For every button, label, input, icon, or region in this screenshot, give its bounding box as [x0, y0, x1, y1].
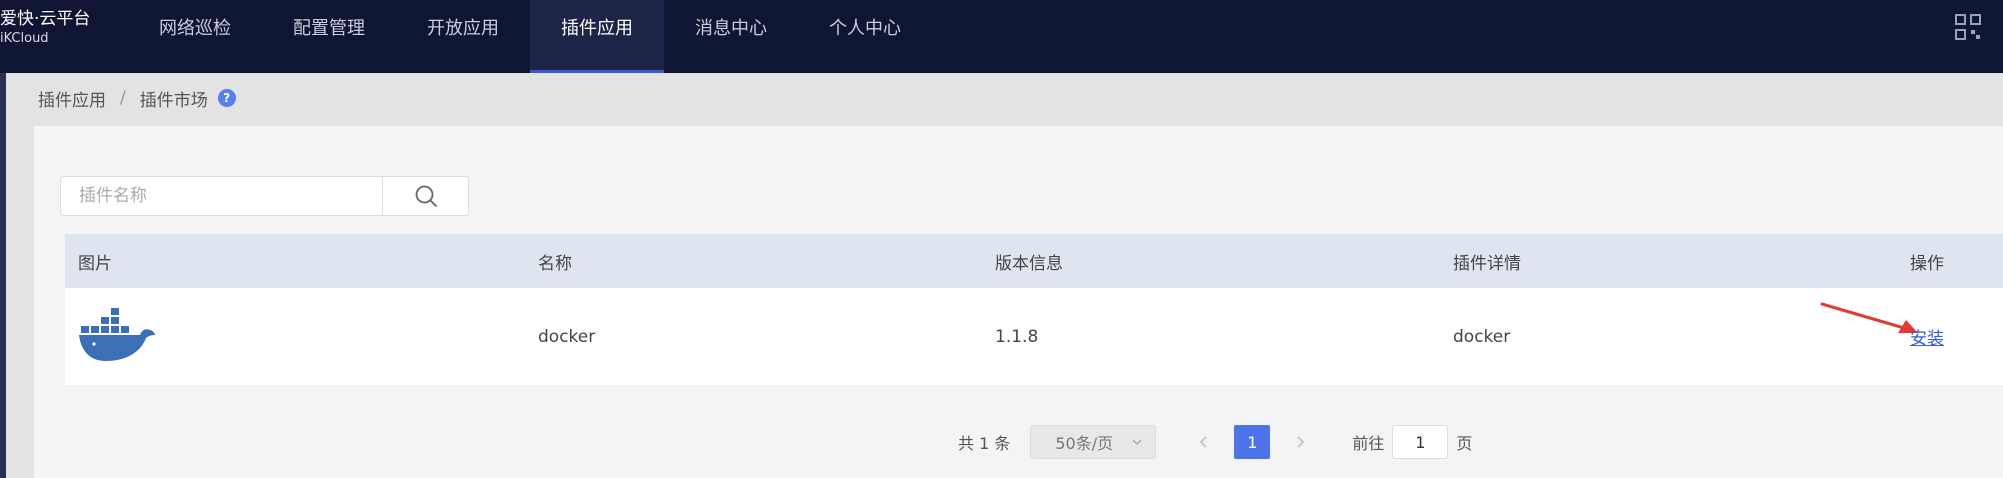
main-nav: 网络巡检 配置管理 开放应用 插件应用 消息中心 个人中心 [128, 0, 932, 73]
plugin-market-panel: 图片 名称 版本信息 插件详情 操作 docker 1.1.8 docker [34, 126, 2003, 478]
goto-suffix: 页 [1456, 434, 1473, 453]
chevron-left-icon [1200, 436, 1207, 448]
nav-item-config-management[interactable]: 配置管理 [262, 0, 396, 73]
top-nav-bar: 爱快·云平台 iKCloud 网络巡检 配置管理 开放应用 插件应用 消息中心 … [0, 0, 2003, 73]
arrow-annotation-icon [1820, 302, 1918, 333]
brand-name-cn: 爱快·云平台 [0, 9, 91, 29]
search-box [60, 176, 469, 216]
header-version: 版本信息 [995, 253, 1063, 274]
breadcrumb-current: 插件市场 [139, 90, 208, 111]
header-action: 操作 [1910, 253, 1944, 274]
prev-page-button[interactable] [1186, 425, 1222, 459]
page-number-current[interactable]: 1 [1234, 425, 1271, 459]
plugin-table: 图片 名称 版本信息 插件详情 操作 docker 1.1.8 docker 安… [65, 234, 2003, 385]
table-row: docker 1.1.8 docker 安装 [65, 288, 2003, 385]
header-image: 图片 [78, 253, 112, 274]
header-name: 名称 [538, 253, 572, 274]
nav-item-open-apps[interactable]: 开放应用 [396, 0, 530, 73]
page-size-select[interactable]: 50条/页 [1030, 425, 1157, 459]
next-page-button[interactable] [1282, 425, 1318, 459]
search-input[interactable] [61, 177, 383, 215]
breadcrumb: 插件应用 / 插件市场 ? [38, 84, 236, 112]
page-size-value: 50条/页 [1055, 434, 1114, 453]
help-icon[interactable]: ? [217, 89, 236, 107]
nav-item-personal-center[interactable]: 个人中心 [798, 0, 932, 73]
breadcrumb-root[interactable]: 插件应用 [38, 86, 106, 111]
chevron-down-icon [1132, 439, 1142, 446]
goto-page: 前往 页 [1352, 425, 1472, 459]
grid-icon[interactable] [1955, 14, 1981, 40]
pagination: 共 1 条 50条/页 1 前往 页 [958, 425, 1472, 459]
header-detail: 插件详情 [1453, 253, 1521, 274]
search-button[interactable] [382, 177, 468, 215]
docker-whale-icon [79, 308, 155, 361]
goto-label: 前往 [1352, 434, 1385, 453]
brand-logo[interactable]: 爱快·云平台 iKCloud [0, 8, 90, 47]
brand-name-en: iKCloud [0, 31, 49, 46]
search-icon [415, 185, 437, 207]
chevron-right-icon [1297, 436, 1305, 448]
goto-page-input[interactable] [1392, 425, 1449, 459]
nav-item-network-inspection[interactable]: 网络巡检 [128, 0, 262, 73]
plugin-name: docker [538, 326, 596, 347]
nav-item-plugin-apps[interactable]: 插件应用 [530, 0, 664, 73]
plugin-version: 1.1.8 [995, 326, 1039, 347]
install-button[interactable]: 安装 [1910, 324, 1944, 349]
left-sidebar-strip [0, 73, 6, 478]
table-header: 图片 名称 版本信息 插件详情 操作 [65, 234, 2003, 288]
nav-item-message-center[interactable]: 消息中心 [664, 0, 798, 73]
breadcrumb-separator: / [120, 88, 126, 108]
plugin-detail: docker [1453, 326, 1511, 347]
pagination-total: 共 1 条 [958, 434, 1011, 453]
